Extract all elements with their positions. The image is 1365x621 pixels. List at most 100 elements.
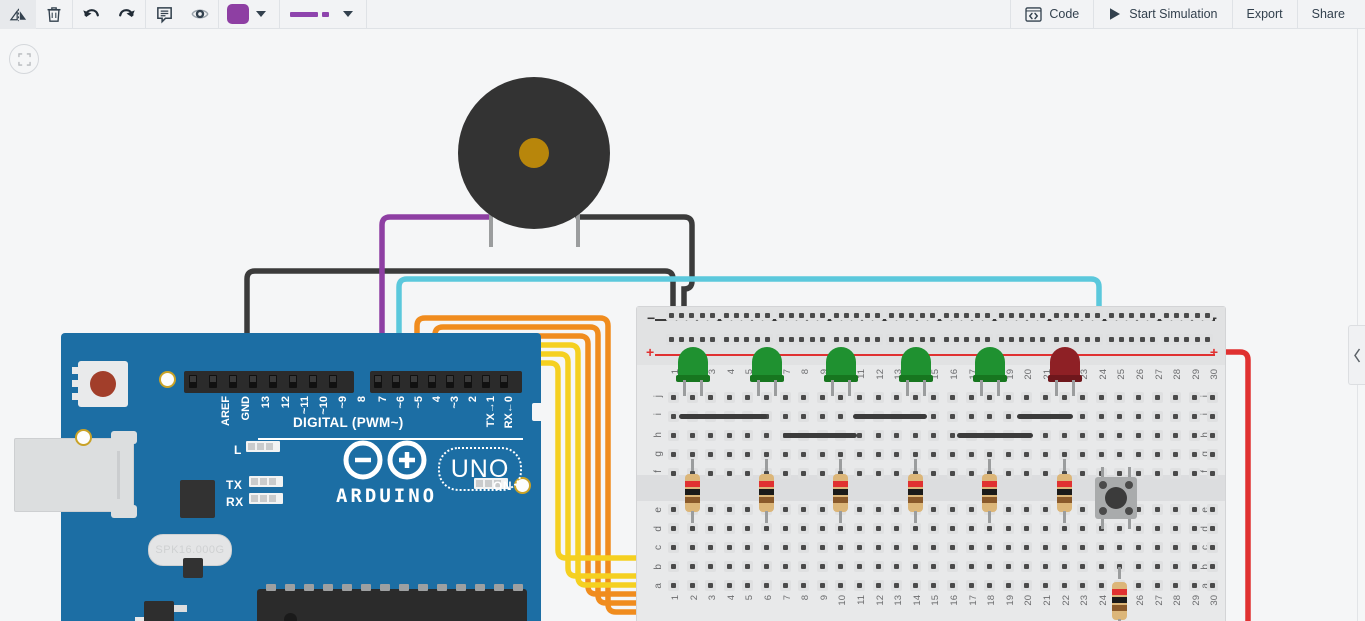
rail-hole-top-0-7-1[interactable]: [1064, 313, 1070, 318]
hole-e7[interactable]: [782, 507, 788, 512]
hole-j12[interactable]: [875, 395, 881, 400]
hole-g2[interactable]: [689, 452, 695, 457]
hole-f26[interactable]: [1136, 471, 1141, 476]
hole-h21[interactable]: [1043, 433, 1048, 438]
rail-hole-top-0-4-2[interactable]: [909, 313, 915, 318]
hole-d9[interactable]: [819, 526, 825, 531]
hole-c7[interactable]: [782, 545, 788, 550]
rail-hole-top-1-7-1[interactable]: [1064, 337, 1070, 342]
rail-hole-top-1-6-0[interactable]: [999, 337, 1004, 342]
hole-a5[interactable]: [745, 583, 751, 588]
hole-h12[interactable]: [875, 433, 881, 438]
hole-a18[interactable]: [987, 583, 993, 588]
hole-d2[interactable]: [689, 526, 695, 531]
hole-j25[interactable]: [1117, 395, 1123, 400]
rail-hole-top-1-0-0[interactable]: [669, 337, 674, 342]
hole-b3[interactable]: [708, 564, 714, 569]
rail-hole-top-1-5-1[interactable]: [954, 337, 960, 342]
hole-j4[interactable]: [726, 395, 732, 400]
hole-d22[interactable]: [1061, 526, 1067, 531]
hole-i19[interactable]: [1005, 414, 1011, 419]
hole-c5[interactable]: [745, 545, 751, 550]
hole-f1[interactable]: [671, 471, 676, 476]
hole-b20[interactable]: [1024, 564, 1030, 569]
rail-hole-top-1-4-2[interactable]: [909, 337, 915, 342]
digital-header-left[interactable]: [184, 371, 354, 393]
resistor-7[interactable]: [1112, 567, 1128, 621]
rail-hole-top-1-2-0[interactable]: [779, 337, 784, 342]
hole-c16[interactable]: [950, 545, 955, 550]
hole-d13[interactable]: [894, 526, 900, 531]
hole-a27[interactable]: [1154, 583, 1160, 588]
hole-g21[interactable]: [1043, 452, 1048, 457]
color-picker-group[interactable]: [219, 0, 280, 29]
rail-hole-top-0-4-3[interactable]: [919, 313, 925, 318]
rail-hole-top-0-2-3[interactable]: [809, 313, 815, 318]
hole-i10[interactable]: [838, 414, 844, 419]
hole-c9[interactable]: [819, 545, 825, 550]
rail-hole-top-1-9-1[interactable]: [1174, 337, 1180, 342]
hole-i25[interactable]: [1117, 414, 1123, 419]
hole-b7[interactable]: [782, 564, 788, 569]
hole-a15[interactable]: [931, 583, 937, 588]
hole-c11[interactable]: [857, 545, 862, 550]
hole-j8[interactable]: [801, 395, 807, 400]
hole-e1[interactable]: [671, 507, 676, 512]
rail-hole-top-1-5-2[interactable]: [964, 337, 970, 342]
rail-hole-top-1-0-1[interactable]: [679, 337, 685, 342]
rail-hole-top-0-5-1[interactable]: [954, 313, 960, 318]
hole-d10[interactable]: [838, 526, 844, 531]
hole-g10[interactable]: [838, 452, 844, 457]
rail-hole-top-0-4-1[interactable]: [899, 313, 905, 318]
rail-hole-top-1-3-1[interactable]: [844, 337, 850, 342]
rail-hole-top-0-3-3[interactable]: [864, 313, 870, 318]
resistor-4[interactable]: [907, 459, 923, 523]
hole-d29[interactable]: [1191, 526, 1197, 531]
hole-c15[interactable]: [931, 545, 937, 550]
hole-j21[interactable]: [1043, 395, 1048, 400]
hole-c13[interactable]: [894, 545, 900, 550]
hole-b17[interactable]: [968, 564, 974, 569]
hole-e19[interactable]: [1005, 507, 1011, 512]
hole-j17[interactable]: [968, 395, 974, 400]
hole-j26[interactable]: [1136, 395, 1141, 400]
hole-f27[interactable]: [1154, 471, 1160, 476]
hole-g4[interactable]: [726, 452, 732, 457]
rail-hole-top-0-5-4[interactable]: [984, 313, 990, 318]
hole-f9[interactable]: [819, 471, 825, 476]
hole-c27[interactable]: [1154, 545, 1160, 550]
rail-hole-top-0-2-4[interactable]: [819, 313, 825, 318]
hole-a30[interactable]: [1210, 583, 1216, 588]
hole-f13[interactable]: [894, 471, 900, 476]
board-jumper-4[interactable]: [957, 433, 1033, 438]
rail-hole-top-0-6-0[interactable]: [999, 313, 1004, 318]
chevron-down-icon[interactable]: [343, 11, 353, 17]
hole-b21[interactable]: [1043, 564, 1048, 569]
hole-i16[interactable]: [950, 414, 955, 419]
hole-c24[interactable]: [1098, 545, 1104, 550]
hole-b13[interactable]: [894, 564, 900, 569]
resistor-6[interactable]: [1056, 459, 1072, 523]
button-cap[interactable]: [1105, 487, 1127, 509]
zoom-to-fit-button[interactable]: [9, 44, 39, 74]
hole-j24[interactable]: [1098, 395, 1104, 400]
hole-j2[interactable]: [689, 395, 695, 400]
hole-g13[interactable]: [894, 452, 900, 457]
hole-b5[interactable]: [745, 564, 751, 569]
rail-hole-top-0-6-3[interactable]: [1029, 313, 1035, 318]
hole-i30[interactable]: [1210, 414, 1216, 419]
hole-f23[interactable]: [1080, 471, 1086, 476]
rail-hole-top-1-2-4[interactable]: [819, 337, 825, 342]
hole-d25[interactable]: [1117, 526, 1123, 531]
resistor-2[interactable]: [759, 459, 774, 523]
rail-hole-top-0-0-3[interactable]: [699, 313, 705, 318]
hole-c4[interactable]: [726, 545, 732, 550]
hole-f11[interactable]: [857, 471, 862, 476]
visibility-icon[interactable]: [182, 0, 218, 29]
hole-g23[interactable]: [1080, 452, 1086, 457]
hole-d21[interactable]: [1043, 526, 1048, 531]
board-jumper-5[interactable]: [1017, 414, 1073, 419]
hole-f4[interactable]: [726, 471, 732, 476]
rail-hole-top-1-3-3[interactable]: [864, 337, 870, 342]
hole-a20[interactable]: [1024, 583, 1030, 588]
